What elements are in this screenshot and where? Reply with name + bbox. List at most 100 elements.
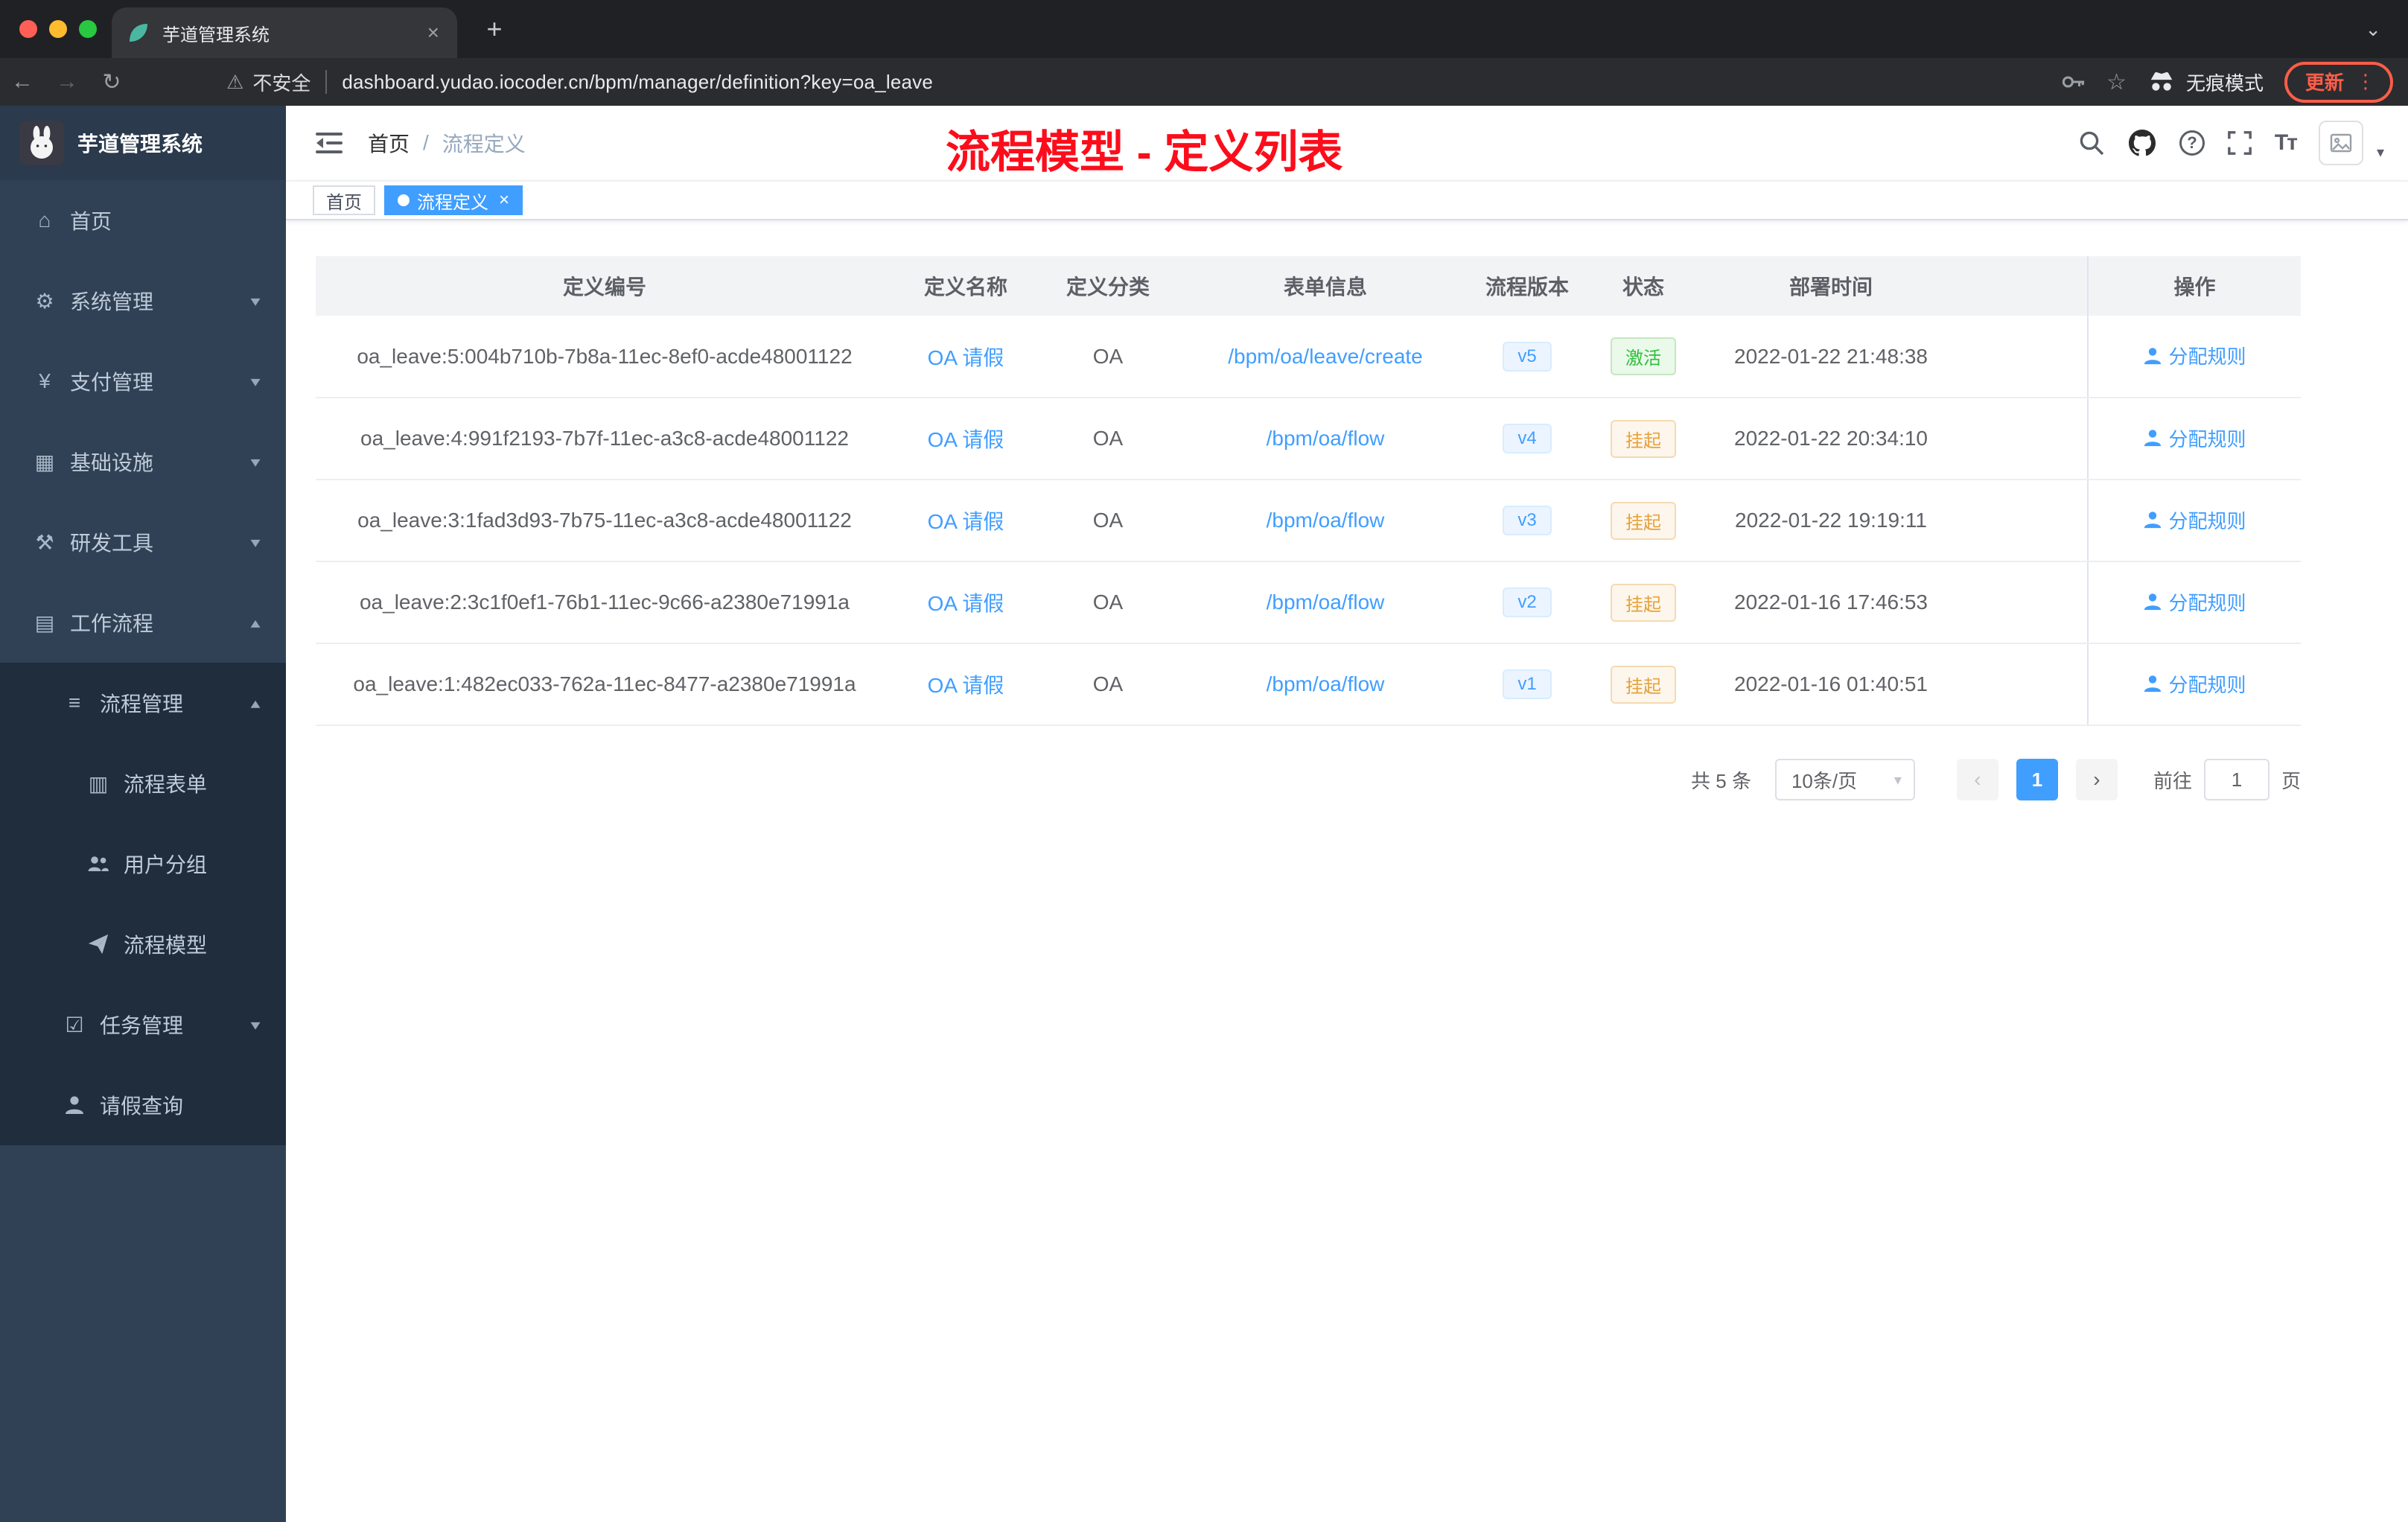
breadcrumb: 首页 / 流程定义 <box>368 128 526 158</box>
infrastructure-icon: ▦ <box>34 450 55 474</box>
window-zoom-button[interactable] <box>79 20 97 38</box>
definition-name-link[interactable]: OA 请假 <box>928 346 1004 369</box>
user-icon <box>2144 347 2162 364</box>
security-label: 不安全 <box>252 71 311 95</box>
version-badge: v5 <box>1503 341 1552 372</box>
sidebar-item-task-management[interactable]: ☑ 任务管理 ▾ <box>0 984 286 1065</box>
page-size-select[interactable]: 10条/页 ▾ <box>1774 759 1915 800</box>
sidebar-item-home[interactable]: ⌂ 首页 <box>0 180 286 261</box>
update-label: 更新 <box>2305 71 2344 94</box>
avatar[interactable] <box>2318 121 2363 165</box>
version-badge: v2 <box>1503 588 1552 617</box>
version-badge: v4 <box>1503 424 1552 453</box>
help-icon[interactable]: ? <box>2179 130 2205 156</box>
cell-deploy-time: 2022-01-22 21:48:38 <box>1705 316 1957 398</box>
new-tab-button[interactable]: + <box>475 13 514 45</box>
fullscreen-icon[interactable] <box>2227 130 2252 156</box>
tag-home[interactable]: 首页 <box>313 185 375 215</box>
menu-label: 工作流程 <box>70 612 154 635</box>
assign-rule-link[interactable]: 分配规则 <box>2143 342 2246 369</box>
header-actions: 操作 <box>2087 256 2301 316</box>
reload-button[interactable]: ↻ <box>89 69 134 95</box>
navbar: 首页 / 流程定义 流程模型 - 定义列表 ? Tт ▾ <box>286 106 2408 180</box>
window-controls <box>19 20 97 38</box>
menu-label: 研发工具 <box>70 532 154 555</box>
definition-name-link[interactable]: OA 请假 <box>928 510 1004 533</box>
logo-avatar <box>19 121 64 165</box>
page-content: 定义编号 定义名称 定义分类 表单信息 流程版本 状态 部署时间 操作 oa_l… <box>286 220 2408 1522</box>
form-link[interactable]: /bpm/oa/leave/create <box>1228 345 1423 368</box>
form-link[interactable]: /bpm/oa/flow <box>1267 427 1385 450</box>
menu-label: 基础设施 <box>70 451 154 474</box>
table-row: oa_leave:4:991f2193-7b7f-11ec-a3c8-acde4… <box>316 398 2301 480</box>
menu-label: 支付管理 <box>70 371 154 394</box>
github-icon[interactable] <box>2127 128 2157 158</box>
header-deploy-time: 部署时间 <box>1705 256 1957 316</box>
site-security-chip[interactable]: ⚠ 不安全 <box>226 69 310 96</box>
jump-prefix: 前往 <box>2153 769 2192 792</box>
tab-search-chevron-icon[interactable]: ⌄ <box>2365 18 2381 41</box>
home-icon: ⌂ <box>38 208 51 232</box>
sidebar-item-user-group[interactable]: 用户分组 <box>0 824 286 904</box>
bookmark-star-icon[interactable]: ☆ <box>2106 69 2127 95</box>
avatar-caret-icon[interactable]: ▾ <box>2377 143 2384 162</box>
version-badge: v1 <box>1503 669 1552 699</box>
definition-name-link[interactable]: OA 请假 <box>928 674 1004 697</box>
jump-page-input[interactable] <box>2203 759 2270 800</box>
tag-process-definition[interactable]: 流程定义 × <box>384 185 523 215</box>
sidebar-item-devtools[interactable]: ⚒ 研发工具 ▾ <box>0 502 286 582</box>
leave-query-icon <box>63 1095 86 1115</box>
sidebar-item-process-model[interactable]: 流程模型 <box>0 904 286 984</box>
menu-label: 流程表单 <box>124 773 208 796</box>
definition-name-link[interactable]: OA 请假 <box>928 428 1004 451</box>
window-close-button[interactable] <box>19 20 37 38</box>
assign-rule-link[interactable]: 分配规则 <box>2143 588 2246 616</box>
sidebar-item-system-management[interactable]: ⚙ 系统管理 ▾ <box>0 261 286 341</box>
next-page-button[interactable]: › <box>2075 759 2118 800</box>
sidebar-item-process-form[interactable]: ▥ 流程表单 <box>0 743 286 824</box>
form-link[interactable]: /bpm/oa/flow <box>1267 590 1385 614</box>
sidebar-item-workflow[interactable]: ▤ 工作流程 ▴ <box>0 582 286 663</box>
window-minimize-button[interactable] <box>49 20 67 38</box>
forward-button[interactable]: → <box>45 69 89 95</box>
tab-close-icon[interactable]: × <box>424 21 442 45</box>
prev-page-button[interactable]: ‹ <box>1956 759 1998 800</box>
form-link[interactable]: /bpm/oa/flow <box>1267 509 1385 532</box>
user-icon <box>2144 593 2162 611</box>
screen: 芋道管理系统 × + ⌄ ← → ↻ ⚠ 不安全 dashboard.yudao… <box>0 0 2408 1522</box>
header-form-info: 表单信息 <box>1178 256 1473 316</box>
chevron-down-icon: ▾ <box>250 373 261 390</box>
header-process-version: 流程版本 <box>1473 256 1582 316</box>
browser-menu-kebab-icon[interactable]: ⋮ <box>2356 70 2375 93</box>
key-icon[interactable] <box>2060 69 2086 95</box>
search-icon[interactable] <box>2078 130 2105 156</box>
assign-rule-link[interactable]: 分配规则 <box>2143 424 2246 452</box>
status-badge: 挂起 <box>1611 583 1676 622</box>
breadcrumb-home[interactable]: 首页 <box>368 128 410 158</box>
sidebar-item-process-management[interactable]: ≡ 流程管理 ▴ <box>0 663 286 743</box>
assign-rule-link[interactable]: 分配规则 <box>2143 670 2246 698</box>
page-1-button[interactable]: 1 <box>2016 759 2058 800</box>
sidebar-item-infrastructure[interactable]: ▦ 基础设施 ▾ <box>0 421 286 502</box>
font-size-icon[interactable]: Tт <box>2275 130 2298 156</box>
menu-label: 用户分组 <box>124 853 208 876</box>
cell-category: OA <box>1038 398 1178 480</box>
sidebar-item-payment-management[interactable]: ¥ 支付管理 ▾ <box>0 341 286 421</box>
collapse-sidebar-button[interactable] <box>316 131 343 155</box>
cell-definition-id: oa_leave:4:991f2193-7b7f-11ec-a3c8-acde4… <box>316 398 894 480</box>
user-icon <box>2144 675 2162 692</box>
definition-name-link[interactable]: OA 请假 <box>928 592 1004 615</box>
assign-rule-link[interactable]: 分配规则 <box>2143 506 2246 534</box>
sidebar-logo[interactable]: 芋道管理系统 <box>0 106 286 180</box>
tag-close-icon[interactable]: × <box>499 190 509 211</box>
back-button[interactable]: ← <box>0 69 45 95</box>
form-link[interactable]: /bpm/oa/flow <box>1267 672 1385 695</box>
tags-view: 首页 流程定义 × <box>286 180 2408 220</box>
sidebar-item-leave-query[interactable]: 请假查询 <box>0 1065 286 1145</box>
tag-label: 首页 <box>326 192 362 213</box>
address-bar-url[interactable]: dashboard.yudao.iocoder.cn/bpm/manager/d… <box>342 71 933 94</box>
browser-tab[interactable]: 芋道管理系统 × <box>112 7 457 58</box>
update-button[interactable]: 更新 ⋮ <box>2284 61 2393 103</box>
cell-definition-id: oa_leave:1:482ec033-762a-11ec-8477-a2380… <box>316 643 894 726</box>
cell-definition-id: oa_leave:5:004b710b-7b8a-11ec-8ef0-acde4… <box>316 316 894 398</box>
